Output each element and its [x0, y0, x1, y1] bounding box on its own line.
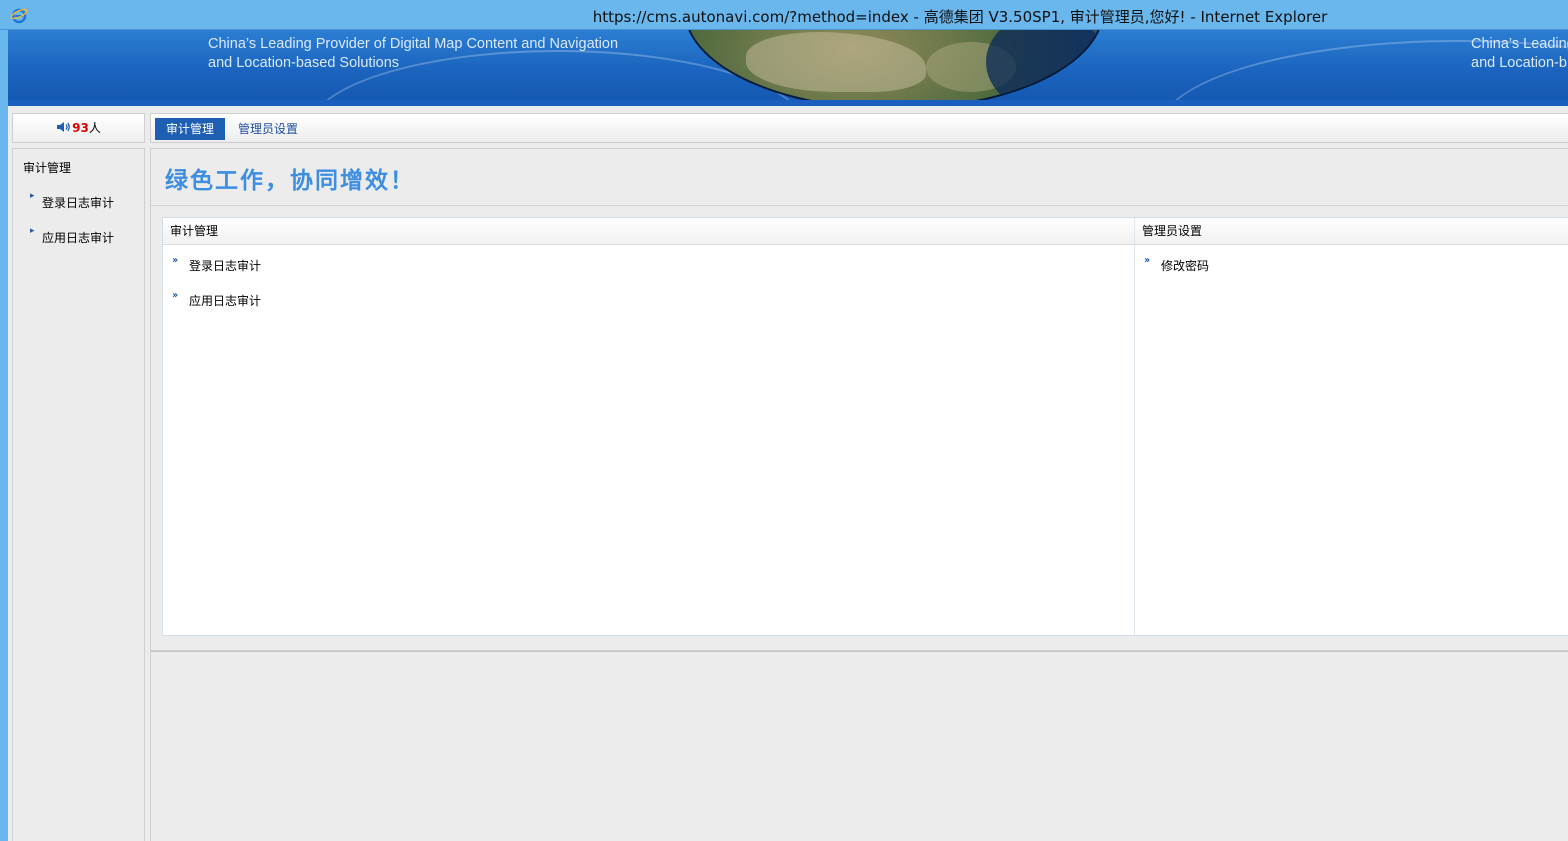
- sidebar: 审计管理 ▸ 登录日志审计 ▸ 应用日志审计: [12, 148, 145, 841]
- header-banner: China’s Leading Provider of Digital Map …: [8, 30, 1568, 106]
- sidebar-item-login-log-audit[interactable]: ▸ 登录日志审计: [30, 191, 115, 211]
- portal-cards: 审计管理 ›› 登录日志审计 ›› 应用日志审计 管理员设置 ›› 修改密码: [162, 217, 1568, 636]
- double-chevron-icon: ››: [1144, 255, 1150, 266]
- top-tabs: 审计管理 管理员设置: [150, 113, 1568, 143]
- banner-tagline: China’s Leading Provider of Digital Map …: [208, 36, 619, 71]
- double-chevron-icon: ››: [172, 255, 178, 266]
- sidebar-title: 审计管理: [23, 161, 72, 175]
- main-panel: 绿色工作，协同增效！ 审计管理 ›› 登录日志审计 ›› 应用日志审计 管理员设…: [150, 148, 1568, 651]
- speaker-icon: [56, 115, 71, 143]
- divider: [151, 205, 1568, 206]
- online-count: 93: [72, 121, 89, 135]
- link-login-log-audit[interactable]: ›› 登录日志审计: [172, 255, 261, 274]
- card-admin-settings: 管理员设置 ›› 修改密码: [1135, 218, 1568, 635]
- tab-admin-settings[interactable]: 管理员设置: [227, 118, 309, 140]
- lower-empty-area: [150, 651, 1568, 841]
- online-unit: 人: [88, 121, 101, 135]
- online-users-indicator: 93人: [12, 113, 145, 143]
- link-change-password[interactable]: ›› 修改密码: [1144, 255, 1209, 274]
- window-title: https://cms.autonavi.com/?method=index -…: [592, 8, 1328, 26]
- card-header: 管理员设置: [1135, 218, 1568, 245]
- link-app-log-audit[interactable]: ›› 应用日志审计: [172, 290, 261, 309]
- sidebar-item-label: 登录日志审计: [42, 196, 115, 210]
- tab-audit-management[interactable]: 审计管理: [155, 118, 226, 140]
- triangle-bullet-icon: ▸: [30, 191, 35, 201]
- banner-strip: [8, 100, 1568, 106]
- double-chevron-icon: ››: [172, 290, 178, 301]
- window-titlebar[interactable]: https://cms.autonavi.com/?method=index -…: [0, 0, 1568, 30]
- card-audit-management: 审计管理 ›› 登录日志审计 ›› 应用日志审计: [163, 218, 1135, 635]
- page-slogan: 绿色工作，协同增效！: [165, 167, 415, 194]
- banner-tagline-repeat: China’s Leading and Location-b: [1471, 36, 1568, 71]
- card-header: 审计管理: [163, 218, 1134, 245]
- sidebar-item-app-log-audit[interactable]: ▸ 应用日志审计: [30, 226, 115, 246]
- page-content: China’s Leading Provider of Digital Map …: [8, 30, 1568, 841]
- triangle-bullet-icon: ▸: [30, 226, 35, 236]
- sidebar-item-label: 应用日志审计: [42, 231, 115, 245]
